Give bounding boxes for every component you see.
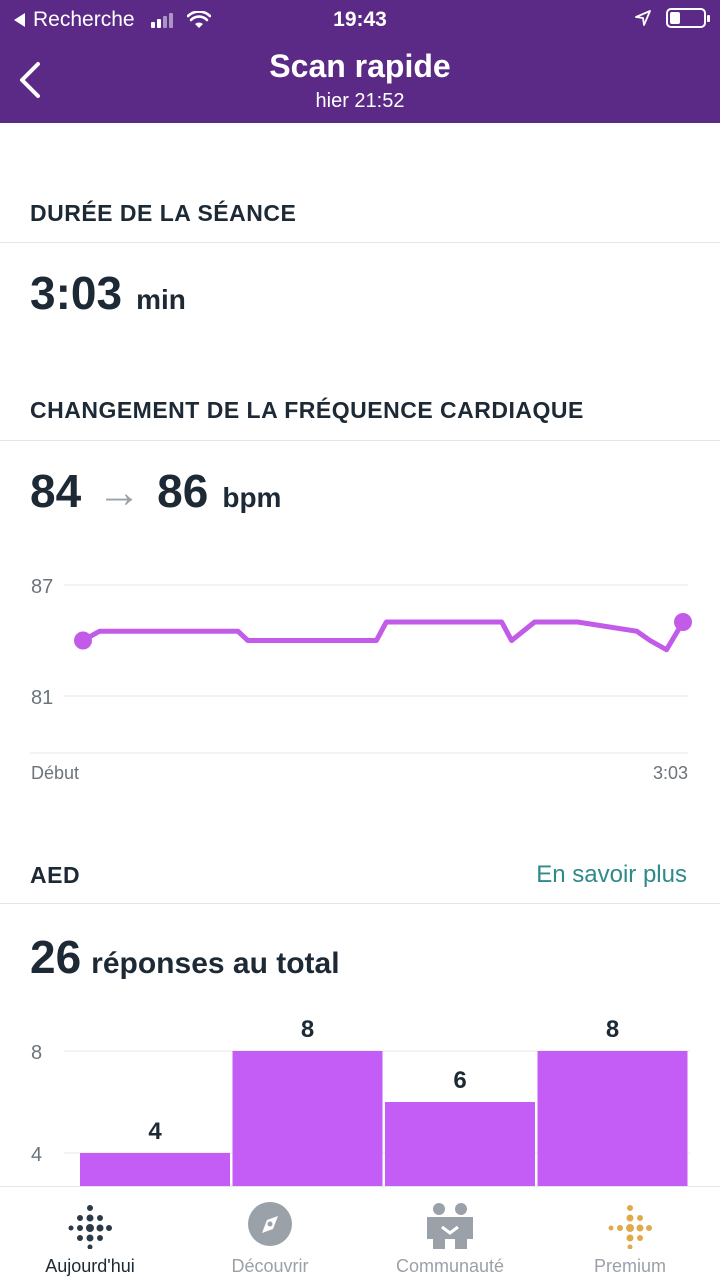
fitbit-dots-icon [68,1205,112,1249]
duration-value-row: 3:03 min [30,266,186,320]
page-title: Scan rapide [269,48,451,84]
learn-more-link[interactable]: En savoir plus [536,861,687,889]
status-bar: Recherche 19:43 [0,0,720,40]
heart-rate-unit: bpm [222,482,282,513]
aed-total-label: réponses au total [91,947,340,980]
end-point [674,613,692,631]
x-tick-label: Début [31,763,79,783]
tab-community[interactable]: Communauté [360,1187,540,1280]
x-tick-label: 3:03 [653,763,688,783]
header: Recherche 19:43 Scan rapide hier 21:52 [0,0,720,123]
aed-bar-label: 8 [301,1016,314,1043]
divider [0,242,720,243]
heart-rate-chart: 87 81 Début 3:03 [30,576,692,783]
compass-icon [248,1202,292,1246]
duration-section-label: DURÉE DE LA SÉANCE [30,200,297,226]
arrow-right-icon: → [97,468,142,517]
heart-rate-series-line [80,619,686,653]
premium-dots-icon [608,1205,652,1249]
heart-rate-start: 84 [30,465,82,517]
community-people-icon [427,1203,473,1249]
aed-bar [80,1153,230,1186]
tab-label: Aujourd'hui [45,1256,135,1276]
aed-total-row: 26 réponses au total [30,930,340,984]
battery-icon [666,8,710,28]
tab-today[interactable]: Aujourd'hui [0,1187,180,1280]
heart-rate-end: 86 [157,465,209,517]
aed-bar [232,1051,383,1186]
tab-label: Premium [593,1256,666,1276]
y-tick-label: 81 [31,687,53,709]
tab-label: Découvrir [231,1256,309,1276]
y-tick-label: 8 [31,1042,42,1064]
duration-unit: min [136,284,186,315]
aed-section-label: AED [30,862,81,888]
y-tick-label: 4 [31,1144,42,1166]
status-time: 19:43 [333,8,387,31]
start-point [74,631,92,650]
aed-bar-chart: 8 4 4 8 6 8 [31,1016,690,1186]
tab-discover[interactable]: Découvrir [180,1187,360,1280]
heart-rate-value-row: 84 → 86 bpm [30,464,281,518]
aed-bar-label: 8 [606,1016,619,1043]
page-subtitle: hier 21:52 [315,90,405,112]
duration-value: 3:03 [30,267,123,319]
aed-bar-label: 6 [453,1067,466,1094]
tab-bar: Aujourd'hui Découvrir Communauté Premium [0,1186,720,1280]
location-arrow-icon [635,10,651,26]
aed-bar-label: 4 [148,1118,162,1145]
aed-bar [385,1102,535,1186]
aed-total-value: 26 [30,931,82,983]
heart-rate-section-label: CHANGEMENT DE LA FRÉQUENCE CARDIAQUE [30,397,584,423]
divider [0,903,720,904]
y-tick-label: 87 [31,576,53,598]
aed-bar [537,1051,688,1186]
divider [0,440,720,441]
tab-premium[interactable]: Premium [540,1187,720,1280]
tab-label: Communauté [395,1256,505,1276]
